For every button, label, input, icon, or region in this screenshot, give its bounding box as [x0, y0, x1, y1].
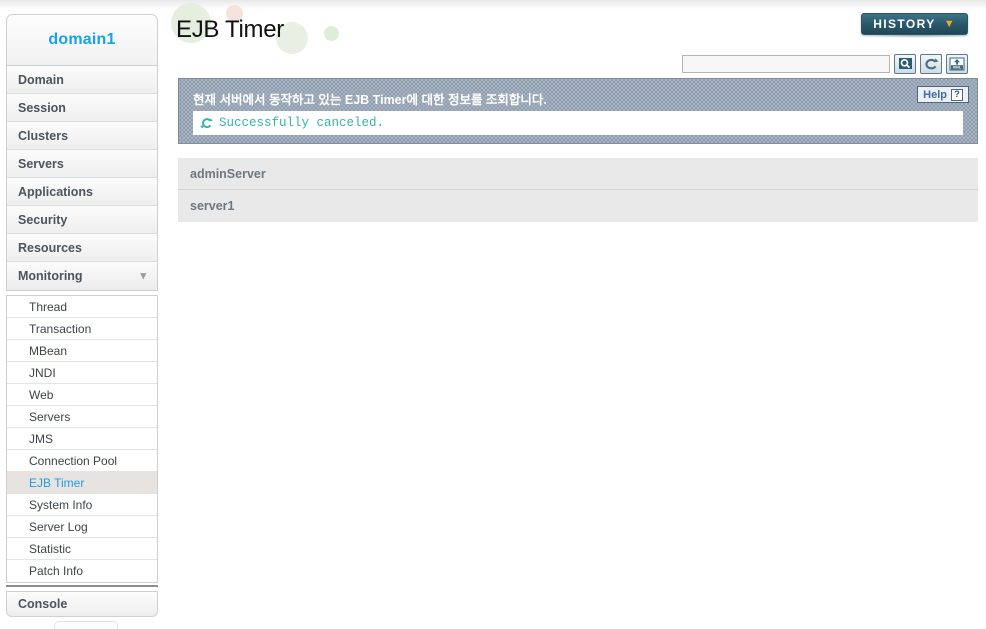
- sub-item-label: Servers: [29, 409, 71, 424]
- sidebar-item-server-log[interactable]: Server Log: [7, 516, 157, 538]
- xml-export-button[interactable]: XML: [946, 54, 968, 74]
- server-name: adminServer: [190, 166, 266, 181]
- sidebar-item-label: Applications: [18, 184, 94, 199]
- sub-item-label: Connection Pool: [29, 453, 118, 468]
- sidebar-item-system-info[interactable]: System Info: [7, 494, 157, 516]
- status-message: Successfully canceled.: [193, 111, 963, 135]
- toolbar: XML: [682, 54, 968, 74]
- sidebar-item-servers-monitoring[interactable]: Servers: [7, 406, 157, 428]
- sub-item-label: Thread: [29, 299, 68, 314]
- xml-export-icon: XML: [949, 57, 965, 71]
- sidebar-item-console[interactable]: Console: [6, 591, 158, 617]
- decorative-circle-icon: [324, 26, 339, 41]
- sidebar-item-security[interactable]: Security: [7, 206, 157, 234]
- sidebar-item-statistic[interactable]: Statistic: [7, 538, 157, 560]
- sidebar-item-session[interactable]: Session: [7, 94, 157, 122]
- sub-item-label: MBean: [29, 343, 68, 358]
- question-mark-icon: ?: [951, 88, 963, 101]
- refresh-button[interactable]: [920, 54, 942, 74]
- sub-item-label: Web: [29, 387, 54, 402]
- status-message-text: Successfully canceled.: [219, 116, 385, 130]
- sub-item-label: Statistic: [29, 541, 72, 556]
- sidebar-item-label: Clusters: [18, 128, 69, 143]
- sidebar-item-label: Resources: [18, 240, 82, 255]
- server-list: adminServer server1: [178, 158, 978, 222]
- sub-item-label: Transaction: [29, 321, 92, 336]
- domain-selector[interactable]: domain1: [6, 14, 158, 66]
- sidebar-item-resources[interactable]: Resources: [7, 234, 157, 262]
- sidebar-item-patch-info[interactable]: Patch Info: [7, 560, 157, 582]
- table-row[interactable]: server1: [178, 190, 978, 222]
- server-name: server1: [190, 199, 235, 213]
- history-button[interactable]: HISTORY ▼: [861, 13, 968, 35]
- chevron-down-icon: ▾: [140, 269, 146, 282]
- sidebar-main-nav: Domain Session Clusters Servers Applicat…: [6, 66, 158, 291]
- refresh-icon: [925, 58, 939, 70]
- sync-circle-icon: [200, 117, 213, 130]
- sidebar-divider: [6, 585, 158, 587]
- sidebar-item-clusters[interactable]: Clusters: [7, 122, 157, 150]
- sidebar-item-label: Security: [18, 212, 68, 227]
- sidebar-item-label: Servers: [18, 156, 64, 171]
- sub-item-label: EJB Timer: [29, 475, 85, 490]
- sidebar-item-ejb-timer[interactable]: EJB Timer: [7, 472, 157, 494]
- sidebar-item-domain[interactable]: Domain: [7, 66, 157, 94]
- monitoring-submenu: Thread Transaction MBean JNDI Web Server…: [6, 295, 158, 583]
- history-button-label: HISTORY: [873, 17, 936, 31]
- search-input[interactable]: [682, 55, 890, 73]
- sidebar-item-mbean[interactable]: MBean: [7, 340, 157, 362]
- main-content: EJB Timer HISTORY ▼ XML 현재 서버에서 동작하고 있는 …: [166, 0, 986, 629]
- chevron-down-icon: ▼: [943, 18, 956, 30]
- sidebar-item-label: Session: [18, 100, 66, 115]
- sidebar-item-web[interactable]: Web: [7, 384, 157, 406]
- info-description: 현재 서버에서 동작하고 있는 EJB Timer에 대한 정보를 조회합니다.: [193, 93, 547, 107]
- sub-item-label: JNDI: [29, 365, 56, 380]
- sidebar-item-jms[interactable]: JMS: [7, 428, 157, 450]
- sidebar-item-monitoring[interactable]: Monitoring ▾: [7, 262, 157, 290]
- help-button-label: Help: [923, 88, 947, 101]
- sub-item-label: Server Log: [29, 519, 88, 534]
- search-button[interactable]: [894, 54, 916, 74]
- sidebar: domain1 Domain Session Clusters Servers …: [6, 14, 158, 629]
- application-window: domain1 Domain Session Clusters Servers …: [0, 0, 986, 629]
- table-row[interactable]: adminServer: [178, 158, 978, 190]
- sidebar-item-transaction[interactable]: Transaction: [7, 318, 157, 340]
- sidebar-item-applications[interactable]: Applications: [7, 178, 157, 206]
- page-title: EJB Timer: [176, 16, 284, 43]
- sidebar-item-jndi[interactable]: JNDI: [7, 362, 157, 384]
- sub-item-label: System Info: [29, 497, 93, 512]
- sidebar-item-label: Monitoring: [18, 269, 83, 283]
- help-button[interactable]: Help ?: [917, 86, 969, 103]
- search-icon: [898, 58, 912, 69]
- sidebar-item-label: Domain: [18, 72, 64, 87]
- sidebar-item-connection-pool[interactable]: Connection Pool: [7, 450, 157, 472]
- svg-text:XML: XML: [953, 65, 962, 70]
- sidebar-bottom-partial-element: [54, 621, 118, 629]
- sub-item-label: JMS: [29, 431, 53, 446]
- domain-label: domain1: [48, 31, 116, 48]
- sub-item-label: Patch Info: [29, 564, 84, 578]
- info-panel: 현재 서버에서 동작하고 있는 EJB Timer에 대한 정보를 조회합니다.…: [178, 78, 978, 144]
- console-label: Console: [18, 597, 68, 611]
- sidebar-item-thread[interactable]: Thread: [7, 296, 157, 318]
- sidebar-item-servers[interactable]: Servers: [7, 150, 157, 178]
